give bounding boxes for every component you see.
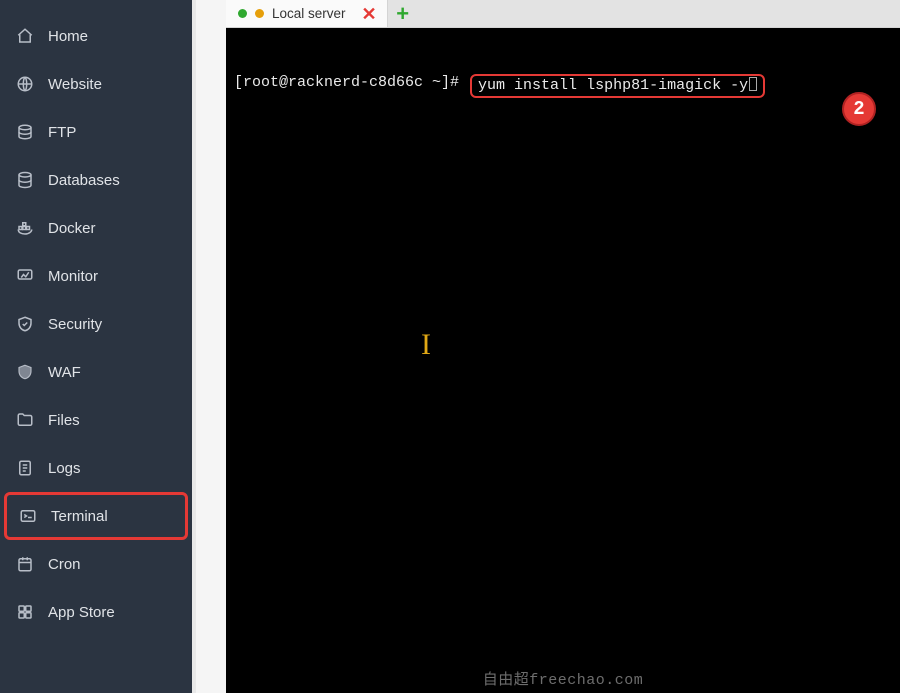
sidebar-item-label: Home bbox=[48, 28, 88, 45]
sidebar-item-label: FTP bbox=[48, 124, 76, 141]
sidebar-item-label: Security bbox=[48, 316, 102, 333]
sidebar-item-label: Docker bbox=[48, 220, 96, 237]
sidebar-item-label: Website bbox=[48, 76, 102, 93]
highlighted-command: yum install lsphp81-imagick -y bbox=[470, 74, 765, 98]
tab-label: Local server bbox=[272, 6, 346, 21]
terminal-cursor bbox=[749, 77, 757, 91]
shield-icon bbox=[16, 363, 34, 381]
document-icon bbox=[16, 459, 34, 477]
status-dot-orange-icon bbox=[255, 9, 264, 18]
database-icon bbox=[16, 171, 34, 189]
sidebar-item-label: Logs bbox=[48, 460, 81, 477]
add-tab-button[interactable]: + bbox=[388, 0, 418, 27]
main-area: Local server ✕ + [root@racknerd-c8d66c ~… bbox=[196, 0, 900, 693]
sidebar-item-files[interactable]: Files bbox=[0, 396, 192, 444]
terminal-tab-local[interactable]: Local server ✕ bbox=[226, 0, 388, 27]
shield-check-icon bbox=[16, 315, 34, 333]
sidebar: Home Website FTP Databases Docker Monito… bbox=[0, 0, 196, 693]
sidebar-item-label: Files bbox=[48, 412, 80, 429]
ftp-icon bbox=[16, 123, 34, 141]
sidebar-item-logs[interactable]: Logs bbox=[0, 444, 192, 492]
sidebar-item-terminal[interactable]: Terminal 1 bbox=[4, 492, 188, 540]
sidebar-item-label: Terminal bbox=[51, 508, 108, 525]
sidebar-item-ftp[interactable]: FTP bbox=[0, 108, 192, 156]
calendar-icon bbox=[16, 555, 34, 573]
sidebar-item-docker[interactable]: Docker bbox=[0, 204, 192, 252]
docker-icon bbox=[16, 219, 34, 237]
sidebar-item-databases[interactable]: Databases bbox=[0, 156, 192, 204]
sidebar-item-waf[interactable]: WAF bbox=[0, 348, 192, 396]
annotation-step-2: 2 bbox=[842, 92, 876, 126]
sidebar-item-monitor[interactable]: Monitor bbox=[0, 252, 192, 300]
sidebar-item-label: Databases bbox=[48, 172, 120, 189]
status-dot-green-icon bbox=[238, 9, 247, 18]
sidebar-item-website[interactable]: Website bbox=[0, 60, 192, 108]
sidebar-item-security[interactable]: Security bbox=[0, 300, 192, 348]
terminal-command: yum install lsphp81-imagick -y bbox=[478, 77, 748, 94]
terminal-tabbar: Local server ✕ + bbox=[226, 0, 900, 28]
sidebar-item-label: Monitor bbox=[48, 268, 98, 285]
sidebar-item-label: WAF bbox=[48, 364, 81, 381]
sidebar-item-label: App Store bbox=[48, 604, 115, 621]
globe-icon bbox=[16, 75, 34, 93]
terminal-prompt: [root@racknerd-c8d66c ~]# bbox=[234, 74, 468, 91]
grid-icon bbox=[16, 603, 34, 621]
terminal-pane[interactable]: [root@racknerd-c8d66c ~]# yum install ls… bbox=[226, 28, 900, 693]
close-tab-icon[interactable]: ✕ bbox=[362, 5, 377, 23]
watermark: 自由超freechao.com bbox=[483, 668, 644, 689]
monitor-icon bbox=[16, 267, 34, 285]
home-icon bbox=[16, 27, 34, 45]
sidebar-item-home[interactable]: Home bbox=[0, 12, 192, 60]
sidebar-item-cron[interactable]: Cron bbox=[0, 540, 192, 588]
text-cursor-icon: I bbox=[421, 328, 431, 362]
sidebar-item-appstore[interactable]: App Store bbox=[0, 588, 192, 636]
terminal-icon bbox=[19, 507, 37, 525]
folder-icon bbox=[16, 411, 34, 429]
sidebar-item-label: Cron bbox=[48, 556, 81, 573]
